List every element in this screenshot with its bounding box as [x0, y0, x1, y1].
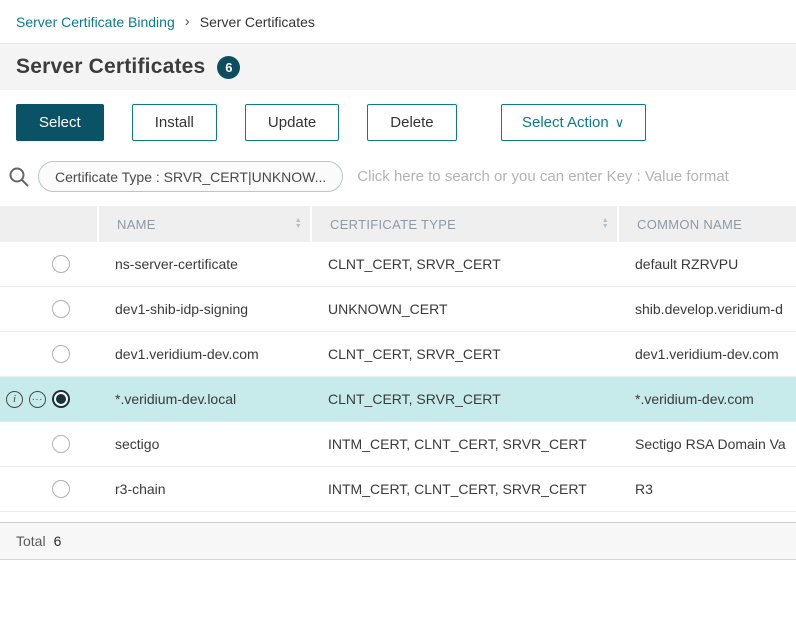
- header-common-name-label: COMMON NAME: [637, 217, 742, 232]
- search-icon: [6, 164, 32, 190]
- table-footer-gap: [0, 512, 796, 522]
- page-title: Server Certificates: [16, 55, 205, 79]
- cell-common-name: Sectigo RSA Domain Va: [617, 436, 796, 452]
- update-button[interactable]: Update: [245, 104, 339, 141]
- cell-common-name: R3: [617, 481, 796, 497]
- row-radio[interactable]: [52, 345, 70, 363]
- header-certificate-type-label: CERTIFICATE TYPE: [330, 217, 456, 232]
- breadcrumb-current: Server Certificates: [200, 14, 315, 30]
- row-radio[interactable]: [52, 255, 70, 273]
- delete-button[interactable]: Delete: [367, 104, 456, 141]
- cell-common-name: shib.develop.veridium-d: [617, 301, 796, 317]
- sort-icon[interactable]: ▲▼: [295, 218, 302, 230]
- ellipsis-icon[interactable]: ...: [29, 391, 46, 408]
- row-radio[interactable]: [52, 300, 70, 318]
- cell-name: ns-server-certificate: [97, 256, 310, 272]
- chevron-down-icon: ∨: [615, 115, 625, 131]
- cell-certificate-type: INTM_CERT, CLNT_CERT, SRVR_CERT: [310, 436, 617, 452]
- cell-certificate-type: CLNT_CERT, SRVR_CERT: [310, 346, 617, 362]
- sort-icon[interactable]: ▲▼: [602, 218, 609, 230]
- total-label: Total: [16, 533, 46, 549]
- cell-name: *.veridium-dev.local: [97, 391, 310, 407]
- row-select-cell: i ...: [0, 390, 97, 408]
- header-common-name[interactable]: COMMON NAME: [617, 206, 796, 242]
- header-certificate-type[interactable]: CERTIFICATE TYPE ▲▼: [310, 206, 617, 242]
- filter-chip[interactable]: Certificate Type : SRVR_CERT|UNKNOW...: [38, 161, 343, 192]
- cell-common-name: *.veridium-dev.com: [617, 391, 796, 407]
- table-header: NAME ▲▼ CERTIFICATE TYPE ▲▼ COMMON NAME: [0, 206, 796, 242]
- cell-certificate-type: CLNT_CERT, SRVR_CERT: [310, 391, 617, 407]
- search-input[interactable]: [357, 168, 786, 185]
- table-row[interactable]: r3-chain INTM_CERT, CLNT_CERT, SRVR_CERT…: [0, 467, 796, 512]
- breadcrumb: Server Certificate Binding › Server Cert…: [0, 0, 796, 44]
- cell-certificate-type: CLNT_CERT, SRVR_CERT: [310, 256, 617, 272]
- row-select-cell: [0, 300, 97, 318]
- toolbar: Select Install Update Delete Select Acti…: [0, 90, 796, 153]
- total-value: 6: [54, 533, 62, 549]
- cell-name: dev1-shib-idp-signing: [97, 301, 310, 317]
- breadcrumb-link-parent[interactable]: Server Certificate Binding: [16, 14, 175, 30]
- table-row[interactable]: sectigo INTM_CERT, CLNT_CERT, SRVR_CERT …: [0, 422, 796, 467]
- cell-common-name: dev1.veridium-dev.com: [617, 346, 796, 362]
- row-select-cell: [0, 345, 97, 363]
- select-action-label: Select Action: [522, 114, 609, 131]
- cell-name: r3-chain: [97, 481, 310, 497]
- header-select-column: [0, 206, 97, 242]
- cell-name: dev1.veridium-dev.com: [97, 346, 310, 362]
- page-header: Server Certificates 6: [0, 44, 796, 90]
- cell-name: sectigo: [97, 436, 310, 452]
- select-button[interactable]: Select: [16, 104, 104, 141]
- row-radio[interactable]: [52, 435, 70, 453]
- install-button[interactable]: Install: [132, 104, 217, 141]
- cell-common-name: default RZRVPU: [617, 256, 796, 272]
- row-select-cell: [0, 255, 97, 273]
- row-select-cell: [0, 435, 97, 453]
- row-radio[interactable]: [52, 480, 70, 498]
- breadcrumb-separator: ›: [185, 13, 190, 30]
- table-footer: Total 6: [0, 522, 796, 560]
- table-row-selected[interactable]: i ... *.veridium-dev.local CLNT_CERT, SR…: [0, 377, 796, 422]
- header-name[interactable]: NAME ▲▼: [97, 206, 310, 242]
- table-row[interactable]: ns-server-certificate CLNT_CERT, SRVR_CE…: [0, 242, 796, 287]
- cell-certificate-type: INTM_CERT, CLNT_CERT, SRVR_CERT: [310, 481, 617, 497]
- search-bar: Certificate Type : SRVR_CERT|UNKNOW...: [0, 153, 796, 206]
- row-select-cell: [0, 480, 97, 498]
- table-body: ns-server-certificate CLNT_CERT, SRVR_CE…: [0, 242, 796, 512]
- cell-certificate-type: UNKNOWN_CERT: [310, 301, 617, 317]
- table-row[interactable]: dev1-shib-idp-signing UNKNOWN_CERT shib.…: [0, 287, 796, 332]
- row-radio[interactable]: [52, 390, 70, 408]
- table-row[interactable]: dev1.veridium-dev.com CLNT_CERT, SRVR_CE…: [0, 332, 796, 377]
- info-icon[interactable]: i: [6, 391, 23, 408]
- count-badge: 6: [217, 56, 240, 79]
- select-action-dropdown[interactable]: Select Action ∨: [501, 104, 646, 141]
- header-name-label: NAME: [117, 217, 156, 232]
- filter-chip-label: Certificate Type : SRVR_CERT|UNKNOW...: [55, 169, 326, 185]
